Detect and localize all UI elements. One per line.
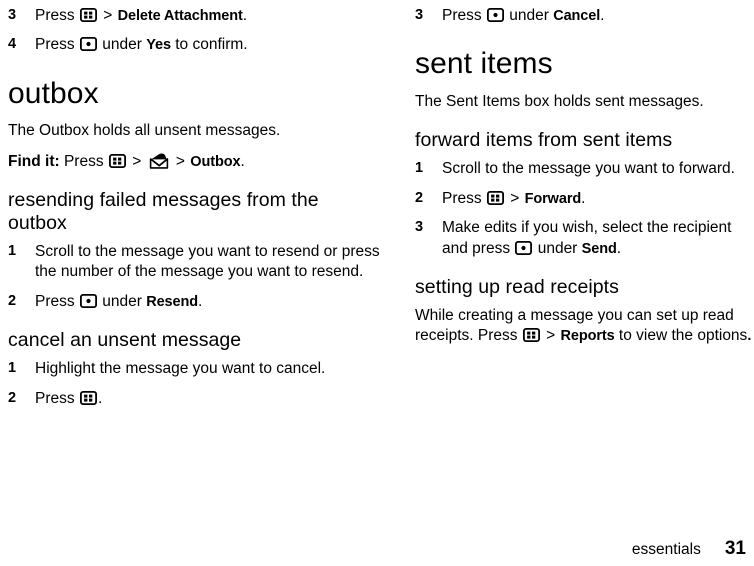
find-it-post: . bbox=[240, 152, 245, 170]
step-text-pre: Press bbox=[35, 389, 75, 407]
section-heading-read-receipts: setting up read receipts bbox=[415, 276, 619, 299]
ui-term: Resend bbox=[146, 293, 198, 310]
step-list-delete-attachment: 3 Press > Delete Attachment. 4 Press und… bbox=[8, 6, 380, 56]
right-column: 3 Press under Cancel. sent items The Sen… bbox=[415, 6, 754, 357]
step-text-post: . bbox=[600, 7, 605, 24]
step-item: 3 Make edits if you wish, select the rec… bbox=[415, 218, 754, 259]
find-it-label: Find it: bbox=[8, 152, 60, 170]
step-separator: under bbox=[102, 292, 142, 310]
step-number: 2 bbox=[8, 389, 17, 406]
step-item: 1 Scroll to the message you want to rese… bbox=[8, 242, 380, 283]
step-list-cancel-continued: 3 Press under Cancel. bbox=[415, 6, 754, 26]
sent-items-intro-text: The Sent Items box holds sent messages. bbox=[415, 92, 704, 110]
menu-key-icon bbox=[522, 328, 540, 343]
step-separator: > bbox=[103, 7, 113, 24]
step-item: 4 Press under Yes to confirm. bbox=[8, 35, 380, 55]
read-receipts-separator: > bbox=[546, 327, 556, 345]
ui-term: Delete Attachment bbox=[117, 8, 243, 24]
step-text-post: . bbox=[581, 189, 586, 207]
manual-page: 3 Press > Delete Attachment. 4 Press und… bbox=[0, 0, 754, 566]
step-number: 3 bbox=[8, 7, 17, 23]
step-item: 2 Press > Forward. bbox=[415, 189, 754, 209]
step-number: 2 bbox=[8, 292, 17, 309]
center-select-key-icon bbox=[515, 240, 533, 255]
chapter-heading-sent-items: sent items bbox=[415, 47, 553, 81]
center-select-key-icon bbox=[79, 37, 97, 52]
step-text: Scroll to the message you want to forwar… bbox=[442, 160, 735, 178]
step-number: 1 bbox=[415, 160, 424, 177]
center-select-key-icon bbox=[79, 293, 97, 308]
step-text-post: . bbox=[616, 239, 622, 257]
footer-page-number: 31 bbox=[724, 538, 746, 559]
step-separator: under bbox=[102, 36, 142, 54]
step-item: 2 Press under Resend. bbox=[8, 292, 380, 312]
step-text-pre: Press bbox=[442, 189, 482, 207]
read-receipts-body: While creating a message you can set up … bbox=[415, 306, 754, 347]
step-number: 4 bbox=[8, 36, 17, 53]
left-column: 3 Press > Delete Attachment. 4 Press und… bbox=[8, 6, 380, 409]
step-text-pre: Press bbox=[442, 7, 482, 24]
step-number: 1 bbox=[8, 360, 17, 377]
ui-term: Cancel bbox=[553, 8, 601, 24]
step-text-pre: Press bbox=[35, 292, 75, 310]
chapter-heading-outbox: outbox bbox=[8, 76, 99, 110]
step-number: 3 bbox=[415, 7, 424, 23]
ui-term: Send bbox=[581, 240, 617, 257]
menu-key-icon bbox=[108, 153, 126, 168]
step-text-post: to confirm. bbox=[175, 36, 248, 54]
step-text: Highlight the message you want to cancel… bbox=[35, 360, 326, 378]
ui-term: Outbox bbox=[190, 153, 241, 170]
find-it-separator-2: > bbox=[175, 152, 185, 170]
step-number: 3 bbox=[415, 219, 424, 236]
step-number: 1 bbox=[8, 242, 17, 259]
step-list-resending: 1 Scroll to the message you want to rese… bbox=[8, 242, 380, 312]
step-item: 3 Press under Cancel. bbox=[415, 6, 754, 26]
step-item: 2 Press . bbox=[8, 389, 380, 409]
section-heading-resending-failed-messages: resending failed messages from the outbo… bbox=[8, 189, 319, 235]
step-text: Scroll to the message you want to resend… bbox=[35, 242, 380, 281]
step-item: 1 Scroll to the message you want to forw… bbox=[415, 159, 754, 179]
menu-key-icon bbox=[486, 190, 504, 205]
step-text-post: . bbox=[97, 389, 103, 407]
step-number: 2 bbox=[415, 189, 424, 206]
step-text-post: . bbox=[198, 292, 203, 310]
step-separator: > bbox=[510, 189, 520, 207]
step-separator: under bbox=[537, 239, 578, 257]
menu-key-icon bbox=[79, 8, 97, 22]
footer-chapter-name: essentials bbox=[631, 541, 701, 558]
step-text-post: . bbox=[242, 7, 248, 24]
center-select-key-icon bbox=[486, 8, 504, 22]
find-it-press: Press bbox=[63, 152, 104, 170]
ui-term: Reports bbox=[560, 328, 615, 345]
section-heading-cancel-unsent-message: cancel an unsent message bbox=[8, 329, 242, 352]
step-list-cancel-unsent: 1 Highlight the message you want to canc… bbox=[8, 359, 380, 409]
section-heading-forward-items: forward items from sent items bbox=[415, 129, 673, 152]
page-footer: essentials 31 bbox=[0, 538, 746, 560]
read-receipts-text-post: to view the options bbox=[618, 327, 748, 345]
step-separator: under bbox=[509, 7, 549, 24]
step-text-pre: Press bbox=[35, 7, 75, 24]
ui-term: Yes bbox=[146, 37, 171, 54]
outbox-intro-text: The Outbox holds all unsent messages. bbox=[8, 122, 281, 140]
step-item: 1 Highlight the message you want to canc… bbox=[8, 359, 380, 379]
read-receipts-text-end: . bbox=[747, 328, 752, 345]
find-it-separator-1: > bbox=[132, 152, 142, 170]
envelope-icon bbox=[149, 153, 169, 169]
find-it-line: Find it: Press > > Outbox. bbox=[8, 152, 380, 172]
ui-term: Forward bbox=[524, 190, 582, 207]
step-list-forward-items: 1 Scroll to the message you want to forw… bbox=[415, 159, 754, 259]
step-text-pre: Press bbox=[35, 36, 75, 54]
menu-key-icon bbox=[79, 390, 97, 405]
step-item: 3 Press > Delete Attachment. bbox=[8, 6, 380, 26]
